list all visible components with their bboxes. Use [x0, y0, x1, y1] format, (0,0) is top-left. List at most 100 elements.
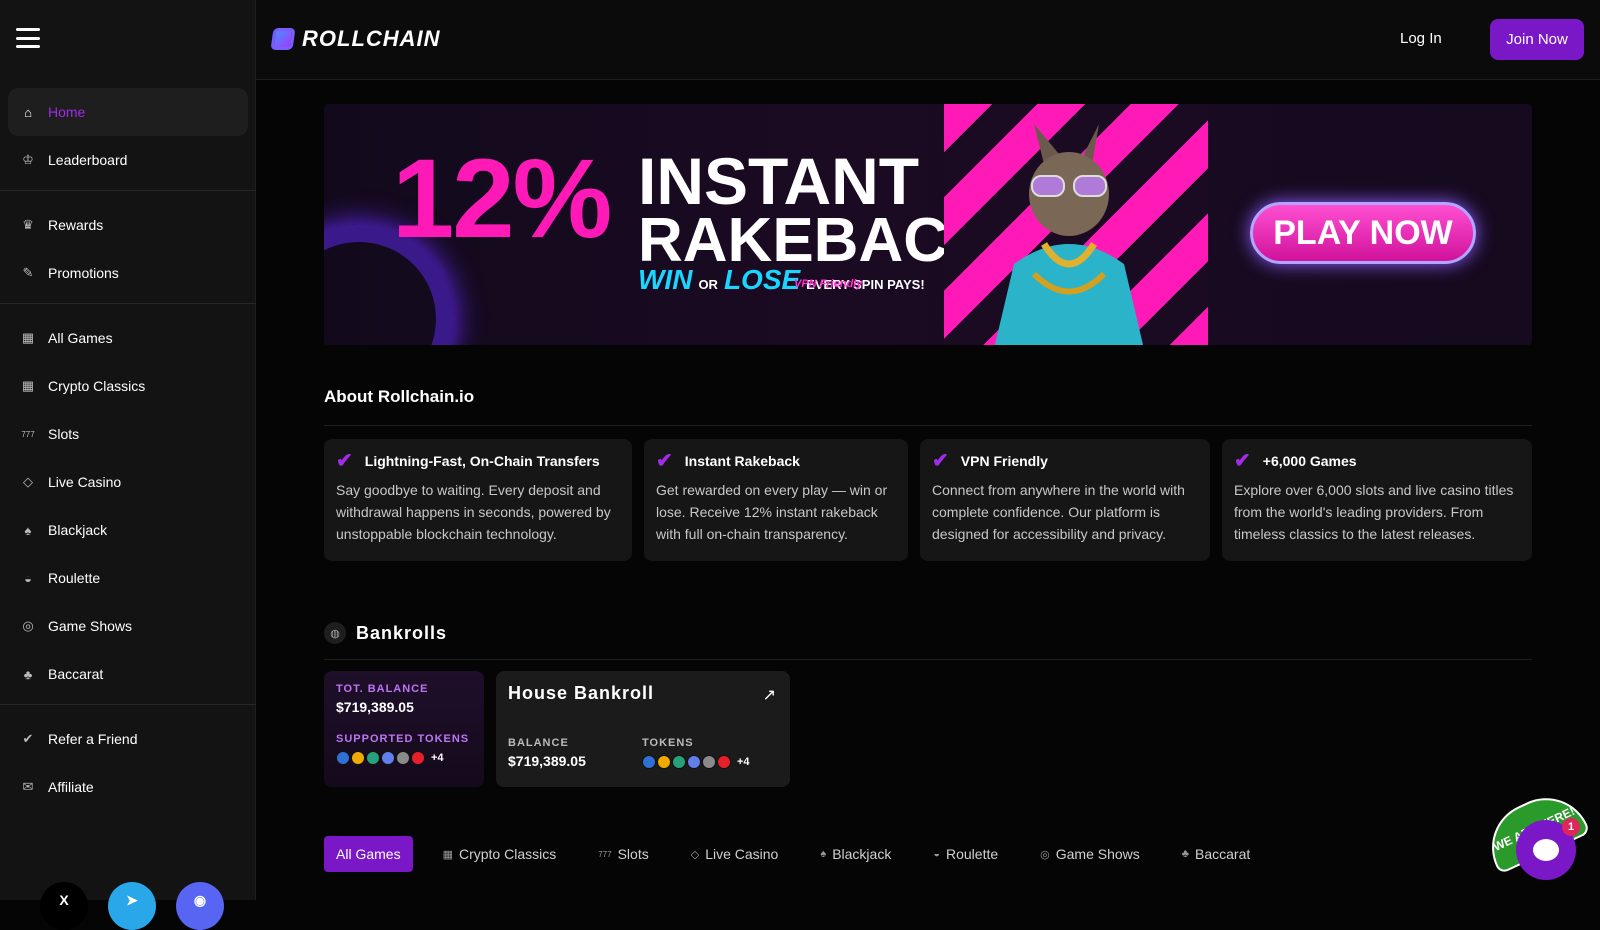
feature-card: ✔ Instant Rakeback Get rewarded on every p…: [644, 439, 908, 561]
total-balance-label: TOT. BALANCE: [336, 683, 429, 695]
banner-headline-1: INSTANT: [638, 144, 920, 218]
tab-roulette[interactable]: ◒ Roulette: [921, 836, 1010, 872]
sidebar-item-label: Refer a Friend: [48, 731, 138, 747]
tab-live-casino[interactable]: ◇ Live Casino: [679, 836, 791, 872]
supported-tokens-label: SUPPORTED TOKENS: [336, 733, 470, 745]
banner-percent: 12%: [392, 136, 612, 261]
feature-card-desc: Say goodbye to waiting. Every deposit an…: [336, 482, 611, 542]
cards-icon: ♣: [1181, 848, 1190, 860]
sidebar-item-label: Live Casino: [48, 474, 122, 490]
house-balance-label: BALANCE: [508, 737, 569, 749]
house-balance-value: $719,389.05: [508, 753, 586, 769]
house-bankroll-title: House Bankroll: [508, 683, 655, 703]
feature-card: ✔ Lightning-Fast, On-Chain Transfers Say g…: [324, 439, 632, 561]
thumbs-up-icon: ✔: [22, 731, 34, 746]
play-now-button[interactable]: PLAY NOW: [1250, 202, 1476, 264]
token-list: +4: [336, 751, 472, 765]
banner-win: WIN: [638, 264, 693, 295]
roulette-icon: ◒: [24, 570, 32, 586]
spade-icon: ♠: [820, 848, 827, 860]
tab-all-games[interactable]: All Games: [324, 836, 413, 872]
sidebar-item-leaderboard[interactable]: ♔ Leaderboard: [0, 136, 256, 184]
tab-blackjack[interactable]: ♠ Blackjack: [808, 836, 903, 872]
promo-banner[interactable]: 12% INSTANT RAKEBACK WIN OR LOSE EVERY S…: [324, 104, 1532, 345]
token-icon: [396, 751, 410, 765]
sidebar-item-blackjack[interactable]: ♠ Blackjack: [0, 506, 256, 554]
sidebar-item-label: Game Shows: [48, 618, 133, 634]
token-icon: [351, 751, 365, 765]
logo-icon: [270, 28, 296, 50]
sidebar-item-home[interactable]: ⌂ Home: [8, 88, 248, 136]
menu-icon[interactable]: [16, 28, 40, 48]
chat-unread-count: 1: [1562, 818, 1580, 836]
banner-tagline: WIN OR LOSE EVERY SPIN PAYS!: [638, 264, 925, 296]
discord-icon[interactable]: ◉: [176, 882, 224, 930]
sidebar-item-crypto-classics[interactable]: ▦ Crypto Classics: [0, 362, 256, 410]
feature-card: ✔ VPN Friendly Connect from anywhere in th…: [920, 439, 1210, 561]
diamond-icon: ◇: [690, 848, 700, 861]
sidebar-item-game-shows[interactable]: ◎ Game Shows: [0, 602, 256, 650]
token-icon: [717, 755, 731, 769]
roulette-icon: ◒: [933, 848, 940, 860]
house-tokens-label: TOKENS: [642, 737, 694, 749]
login-link[interactable]: Log In: [1400, 30, 1442, 47]
sidebar-divider: [0, 303, 256, 304]
feature-card-desc: Explore over 6,000 slots and live casino…: [1234, 482, 1514, 542]
affiliate-icon: ✉: [22, 779, 34, 794]
external-link-icon[interactable]: ↗: [763, 685, 776, 705]
sidebar-item-baccarat[interactable]: ♣ Baccarat: [0, 650, 256, 698]
sidebar-item-all-games[interactable]: ▦ All Games: [0, 314, 256, 362]
feature-card-title: VPN Friendly: [960, 453, 1048, 469]
join-now-button[interactable]: Join Now: [1490, 19, 1584, 60]
chat-icon: [1533, 839, 1559, 861]
token-icon: [366, 751, 380, 765]
banner-lose: LOSE: [723, 264, 801, 295]
tab-label: Crypto Classics: [458, 846, 557, 862]
about-title: About Rollchain.io: [324, 387, 475, 406]
tab-label: Roulette: [945, 846, 999, 862]
sidebar-item-label: Slots: [48, 426, 80, 442]
tab-slots[interactable]: 777 Slots: [586, 836, 660, 872]
feature-card-header: ✔ +6,000 Games: [1234, 450, 1520, 472]
top-bar: ROLLCHAIN Log In Join Now: [256, 0, 1600, 80]
divider: [324, 659, 1532, 660]
house-bankroll-card[interactable]: House Bankroll ↗ BALANCE $719,389.05 TOK…: [496, 671, 790, 787]
social-links: X ➤ ◉: [40, 882, 224, 930]
sidebar-item-rewards[interactable]: ♛ Rewards: [0, 201, 256, 249]
sidebar-item-affiliate[interactable]: ✉ Affiliate: [0, 763, 256, 811]
check-icon: ✔: [336, 450, 353, 472]
tab-crypto-classics[interactable]: ▦ Crypto Classics: [431, 836, 569, 872]
sidebar-item-label: Promotions: [48, 265, 119, 281]
sidebar-item-slots[interactable]: 777 Slots: [0, 410, 256, 458]
cards-icon: ♣: [23, 666, 33, 682]
slots-icon: 777: [598, 849, 612, 859]
telegram-icon[interactable]: ➤: [108, 882, 156, 930]
token-icon: [381, 751, 395, 765]
sidebar-item-promotions[interactable]: ✎ Promotions: [0, 249, 256, 297]
sidebar-item-label: Roulette: [48, 570, 101, 586]
more-tokens: +4: [431, 752, 444, 764]
sidebar-item-roulette[interactable]: ◒ Roulette: [0, 554, 256, 602]
tab-baccarat[interactable]: ♣ Baccarat: [1170, 836, 1262, 872]
feature-card-header: ✔ Lightning-Fast, On-Chain Transfers: [336, 450, 620, 472]
tab-label: Baccarat: [1195, 846, 1251, 862]
trophy-icon: ♔: [22, 152, 34, 167]
sidebar-item-refer-a-friend[interactable]: ✔ Refer a Friend: [0, 715, 256, 763]
feature-card-desc: Get rewarded on every play — win or lose…: [656, 482, 888, 542]
x-icon[interactable]: X: [40, 882, 88, 930]
feature-card: ✔ +6,000 Games Explore over 6,000 slots an…: [1222, 439, 1532, 561]
check-icon: ✔: [1234, 450, 1251, 472]
sidebar-item-label: Leaderboard: [48, 152, 128, 168]
tab-label: Game Shows: [1055, 846, 1140, 862]
sidebar: ⌂ Home ♔ Leaderboard ♛ Rewards ✎ Promotions ▦ All…: [0, 0, 256, 930]
sidebar-item-live-casino[interactable]: ◇ Live Casino: [0, 458, 256, 506]
tab-game-shows[interactable]: ◎ Game Shows: [1028, 836, 1152, 872]
token-icon: [702, 755, 716, 769]
feature-card-header: ✔ VPN Friendly: [932, 451, 1198, 471]
logo[interactable]: ROLLCHAIN: [270, 26, 441, 52]
gameshow-icon: ◎: [1040, 848, 1050, 861]
banner-vpn: VPN Friendly: [794, 278, 863, 290]
grid-icon: ▦: [21, 330, 35, 345]
chat-widget[interactable]: WE ARE HERE! 1: [1474, 783, 1600, 900]
bankroll-icon: ◍: [324, 622, 346, 644]
